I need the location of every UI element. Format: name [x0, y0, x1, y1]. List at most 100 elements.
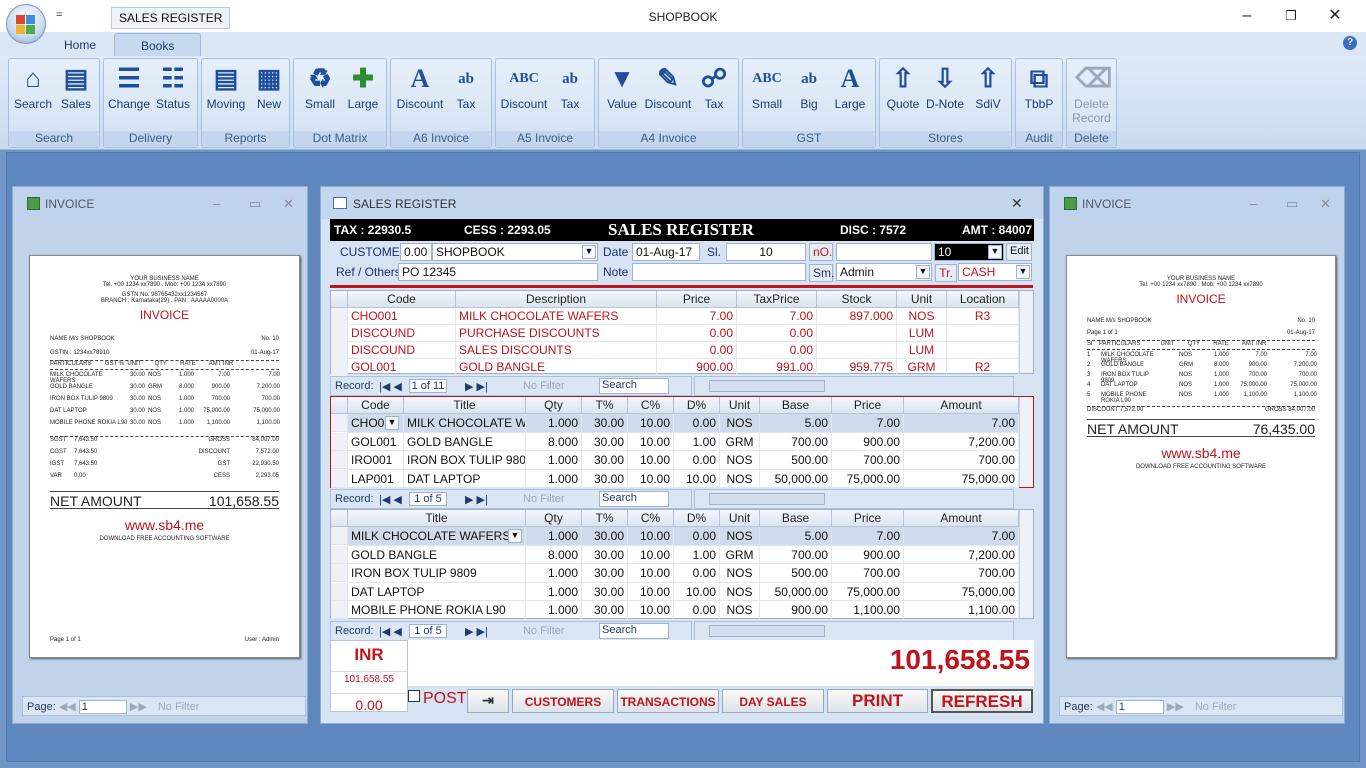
column-header-cpct[interactable]: C% [628, 510, 674, 527]
line-item-cell[interactable]: 0.00 [674, 564, 720, 583]
product-cell[interactable] [817, 325, 897, 342]
product-cell[interactable]: PURCHASE DISCOUNTS [456, 325, 657, 342]
line-item-cell[interactable]: 1.000 [526, 582, 582, 601]
close-icon[interactable]: ✕ [283, 196, 294, 212]
column-header-cpct[interactable]: C% [628, 397, 674, 414]
dot-matrix-large-button[interactable]: ✚ Large [342, 64, 384, 120]
a6-discount-button[interactable]: A Discount [394, 64, 446, 120]
product-cell[interactable]: MILK CHOCOLATE WAFERS [456, 308, 657, 325]
first-record-icon[interactable]: |◀ ◀ [379, 493, 402, 506]
no-filter[interactable]: No Filter [158, 701, 200, 713]
quote-button[interactable]: ⇧ Quote [883, 64, 923, 120]
customer-select[interactable]: SHOPBOOK [432, 243, 598, 261]
line-item-cell[interactable]: 700.00 [760, 545, 832, 564]
row-selector[interactable] [331, 414, 348, 432]
product-cell[interactable]: 991.00 [737, 359, 817, 376]
horizontal-scrollbar[interactable] [694, 489, 1014, 509]
a5-discount-button[interactable]: ABC Discount [498, 64, 550, 120]
record-position[interactable]: 1 of 5 [409, 492, 447, 506]
line-item-cell[interactable]: 7,200.00 [904, 545, 1019, 564]
column-header-unit[interactable]: Unit [897, 291, 947, 308]
product-cell[interactable]: DISCOUND [348, 325, 456, 342]
next-record-icon[interactable]: ▶ ▶| [465, 380, 488, 393]
last-page-icon[interactable]: ▶▶ [1167, 701, 1184, 713]
line-item-cell[interactable]: 7.00 [832, 414, 904, 433]
note-field[interactable] [632, 263, 806, 281]
line-item-cell[interactable]: 500.00 [760, 451, 832, 470]
line-item-cell[interactable]: 10.00 [628, 451, 674, 470]
close-icon[interactable]: ✕ [1324, 6, 1346, 26]
product-cell[interactable]: 897.000 [817, 308, 897, 325]
line-item-cell[interactable]: 7,200.00 [904, 432, 1019, 451]
line-item-cell[interactable]: 1.000 [526, 564, 582, 583]
row-selector[interactable] [331, 527, 348, 545]
line-item-cell[interactable]: 0.00 [674, 601, 720, 620]
product-cell[interactable] [817, 342, 897, 359]
line-item-cell[interactable]: LAP001 [348, 469, 404, 488]
product-cell[interactable]: SALES DISCOUNTS [456, 342, 657, 359]
row-selector[interactable] [331, 582, 348, 601]
salesman-button[interactable]: Sm. [809, 264, 834, 282]
line-item-cell[interactable]: 0.00 [674, 451, 720, 470]
line-item-cell[interactable]: NOS [720, 601, 760, 620]
product-cell[interactable]: GRM [897, 359, 947, 376]
tab-books[interactable]: Books [114, 33, 202, 56]
column-header-price[interactable]: Price [657, 291, 737, 308]
line-item-cell[interactable]: 1.00 [674, 545, 720, 564]
chevron-down-icon[interactable]: ▼ [582, 245, 596, 259]
line-item-cell[interactable]: 7.00 [904, 527, 1019, 546]
transaction-button[interactable]: Tr. [935, 264, 957, 282]
line-item-cell[interactable]: 1,100.00 [904, 601, 1019, 620]
line-item-cell[interactable]: MILK CHOCOLATE WAFERS [348, 527, 526, 546]
chevron-down-icon[interactable]: ▼ [988, 245, 1002, 259]
next-record-icon[interactable]: ▶ ▶| [465, 625, 488, 638]
line-item-cell[interactable]: 0.00 [674, 414, 720, 433]
line-item-cell[interactable]: 10.00 [628, 527, 674, 546]
line-item-cell[interactable]: 700.00 [904, 564, 1019, 583]
print-button[interactable]: PRINT [827, 689, 928, 713]
line-item-cell[interactable]: 75,000.00 [904, 469, 1019, 488]
line-item-cell[interactable]: 900.00 [760, 601, 832, 620]
line-item-cell[interactable]: 700.00 [832, 451, 904, 470]
line-item-cell[interactable]: NOS [720, 414, 760, 433]
column-header-qty[interactable]: Qty [526, 510, 582, 527]
a4-value-button[interactable]: ▼ Value [602, 64, 642, 120]
line-item-cell[interactable]: 5.00 [760, 527, 832, 546]
day-sales-button[interactable]: DAY SALES [722, 689, 824, 713]
line-item-cell[interactable]: 700.00 [904, 451, 1019, 470]
line-item-cell[interactable]: DAT LAPTOP [404, 469, 526, 488]
ref-field[interactable]: PO 12345 [398, 263, 598, 281]
column-header-dpct[interactable]: D% [674, 510, 720, 527]
line-item-cell[interactable]: GRM [720, 432, 760, 451]
close-icon[interactable]: ✕ [1011, 195, 1023, 212]
product-cell[interactable]: 0.00 [737, 342, 817, 359]
no-filter[interactable]: No Filter [1195, 701, 1237, 713]
line-item-cell[interactable]: GRM [720, 545, 760, 564]
column-header-base[interactable]: Base [760, 397, 832, 414]
chevron-down-icon[interactable]: ▼ [385, 416, 399, 430]
line-item-cell[interactable]: 10.00 [628, 545, 674, 564]
exit-icon[interactable]: ⇥ [467, 689, 509, 713]
vertical-scrollbar[interactable] [1019, 397, 1033, 487]
search-box[interactable]: Search [599, 378, 669, 394]
dnote-button[interactable]: ⇩ D-Note [923, 64, 967, 120]
column-header-description[interactable]: Description [456, 291, 657, 308]
line-item-cell[interactable]: 10.00 [628, 601, 674, 620]
line-item-cell[interactable]: 30.00 [582, 527, 628, 546]
product-cell[interactable]: GOLD BANGLE [456, 359, 657, 376]
line-item-cell[interactable]: 10.00 [628, 564, 674, 583]
minimize-icon[interactable]: – [1236, 6, 1258, 26]
column-header-tpct[interactable]: T% [582, 510, 628, 527]
row-selector[interactable] [331, 601, 348, 619]
a4-discount-button[interactable]: ✎ Discount [642, 64, 694, 120]
change-button[interactable]: ☰ Change [107, 64, 151, 120]
product-cell[interactable]: CHO001 [348, 308, 456, 325]
line-item-cell[interactable]: 30.00 [582, 414, 628, 433]
number-field[interactable] [836, 243, 932, 261]
row-selector[interactable] [331, 342, 348, 360]
tab-home[interactable]: Home [50, 36, 110, 56]
gst-large-button[interactable]: A Large [830, 64, 870, 120]
search-button[interactable]: ⌂ Search [12, 64, 54, 120]
product-cell[interactable] [947, 325, 1019, 342]
status-button[interactable]: ☷ Status [153, 64, 193, 120]
